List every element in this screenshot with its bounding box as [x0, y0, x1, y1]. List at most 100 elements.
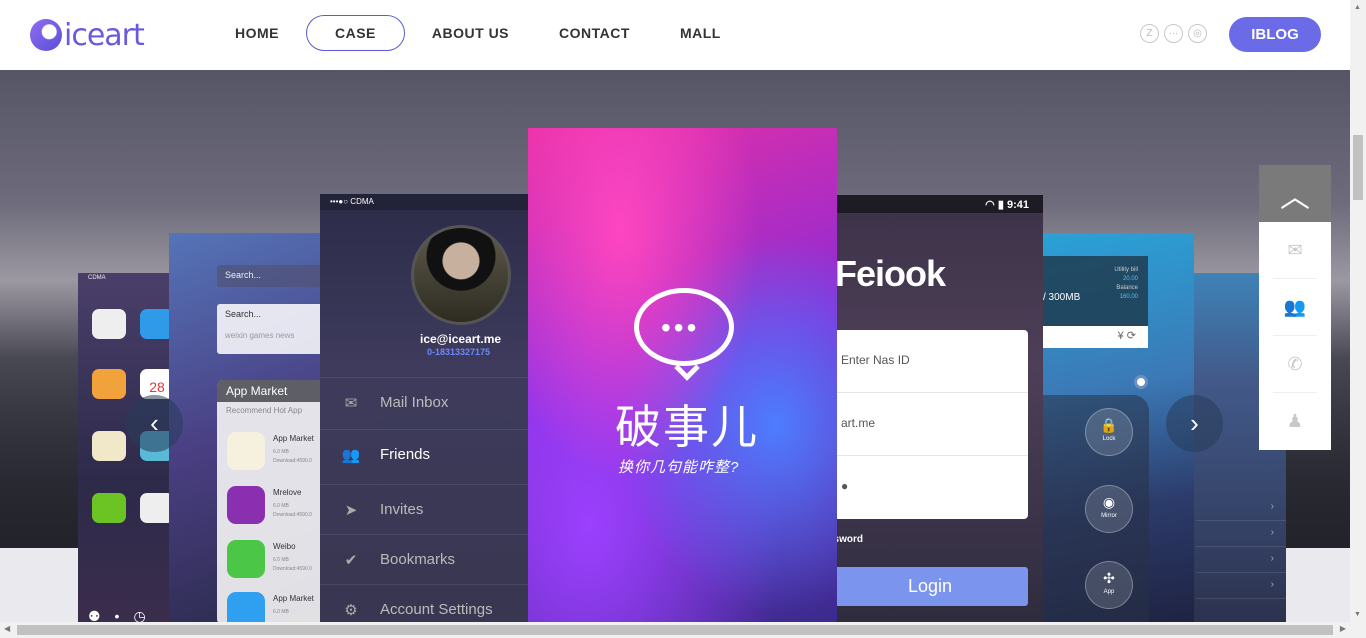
search-panel[interactable]: Search... weixin games news [217, 304, 329, 354]
phone-app-icon[interactable] [227, 540, 265, 578]
nav-case[interactable]: CASE [306, 15, 405, 51]
friends-icon: 👥 [341, 446, 361, 464]
app-downloads: Download:4590.0 [273, 458, 312, 464]
app-size: 6.0 MB [273, 503, 289, 509]
menu-label: Friends [380, 446, 431, 463]
carousel-next-button[interactable]: › [1166, 395, 1223, 452]
phone-screen-app-market[interactable]: Search... Search... weixin games news Ap… [169, 233, 329, 622]
iblog-button[interactable]: IBLOG [1229, 17, 1321, 52]
time-label: 9:41 [1006, 199, 1029, 211]
status-bar: ◠ ▮ 9:41 [828, 195, 1043, 213]
login-button[interactable]: Login [828, 567, 1028, 606]
settings-row[interactable]: › [1196, 495, 1286, 521]
mirror-button[interactable]: ◉ Mirror [1085, 485, 1133, 533]
email-field[interactable]: art.me [828, 393, 1028, 456]
app-icon[interactable] [227, 486, 265, 524]
menu-item-bookmarks[interactable]: ✔ Bookmarks [320, 534, 528, 584]
wifi-icon: ◠ [985, 199, 995, 211]
control-label: Lock [1102, 436, 1116, 442]
menu-item-friends[interactable]: 👥 Friends [320, 429, 528, 479]
carousel-prev-button[interactable]: ‹ [126, 395, 183, 452]
phone-icon: ✆ [1287, 353, 1303, 374]
chevron-up-icon: ︿ [1280, 180, 1310, 214]
app-downloads: Download:4590.0 [273, 512, 312, 518]
scrollbar-thumb[interactable] [1353, 135, 1363, 200]
nas-id-field[interactable]: Enter Nas ID [828, 330, 1028, 393]
nav-about-us[interactable]: ABOUT US [407, 15, 534, 51]
menu-item-account-settings[interactable]: ⚙ Account Settings [320, 584, 528, 622]
qq-button[interactable]: ♟ [1273, 393, 1317, 450]
app-icon[interactable] [227, 432, 265, 470]
nav-home[interactable]: HOME [210, 15, 304, 51]
app-size: 6.0 MB [273, 557, 289, 563]
scroll-down-icon[interactable]: ▼ [1354, 611, 1361, 618]
clock-icon [92, 309, 126, 339]
settings-row[interactable]: › [1196, 547, 1286, 573]
menu-label: Invites [380, 501, 424, 518]
app-market-panel: App Market Recommend Hot App App Market … [217, 380, 329, 622]
app-title: 破事儿 [615, 400, 759, 454]
password-field[interactable]: ● [828, 456, 1028, 519]
scroll-right-icon[interactable]: ▶ [1340, 624, 1346, 633]
site-header: iceart HOME CASE ABOUT US CONTACT MALL Z… [0, 0, 1350, 70]
app-downloads: Download:4590.0 [273, 566, 312, 572]
app-button[interactable]: ✣ App [1085, 561, 1133, 609]
scrollbar-thumb[interactable] [17, 625, 1333, 635]
status-bar: CDMA [88, 275, 106, 281]
card-main: / 300MB [1043, 292, 1081, 303]
menu-label: Mail Inbox [380, 394, 449, 411]
login-form: Enter Nas ID art.me ● [828, 330, 1028, 519]
search-tags: weixin games news [225, 331, 295, 340]
card-actions[interactable]: ¥ ⟳ [1043, 326, 1148, 348]
mail-icon: ✉ [344, 394, 358, 412]
search-input-2[interactable]: Search... [225, 309, 329, 319]
zhihu-icon[interactable]: Z [1140, 24, 1159, 43]
control-label: App [1103, 589, 1115, 595]
menu-label: Account Settings [380, 601, 493, 618]
menu-item-mail-inbox[interactable]: ✉ Mail Inbox [320, 377, 528, 427]
settings-row[interactable]: › [1196, 573, 1286, 599]
dock-icons: ⚉•◷ [88, 608, 160, 622]
contacts-app-icon [92, 369, 126, 399]
mail-icon: ✉ [1287, 239, 1303, 260]
settings-row[interactable]: › [1196, 521, 1286, 547]
chat-app-icon[interactable] [227, 592, 265, 622]
search-input[interactable]: Search... [217, 265, 329, 287]
control-label: Mirror [1101, 513, 1117, 519]
messages-app-icon [92, 493, 126, 523]
notes-app-icon [92, 431, 126, 461]
chat-icon[interactable]: ··· [1164, 24, 1183, 43]
check-icon: ✔ [344, 551, 358, 569]
contacts-button[interactable]: 👥 [1273, 279, 1317, 336]
phone-screen-login[interactable]: ◠ ▮ 9:41 Feiook Enter Nas ID art.me ● ss… [828, 195, 1043, 622]
chevron-right-icon: › [1190, 408, 1199, 438]
mail-button[interactable]: ✉ [1273, 222, 1317, 279]
phone-button[interactable]: ✆ [1273, 336, 1317, 393]
vertical-scrollbar[interactable]: ▲ ▼ [1350, 0, 1366, 622]
back-to-top-button[interactable]: ︿ [1259, 165, 1331, 222]
logo[interactable]: iceart [30, 17, 145, 53]
lock-icon: 🔒 [1100, 417, 1118, 433]
market-tabs[interactable]: Recommend Hot App [217, 402, 329, 419]
phone-screen-profile-menu[interactable]: •••●○ CDMA ice@iceart.me 0-18313327175 ✉… [320, 194, 528, 622]
utility-card: Utility bill 20.00 Balance 160.00 / 300M… [1043, 256, 1148, 348]
card-line: Balance [1116, 285, 1138, 291]
gear-icon: ⚙ [344, 601, 358, 619]
status-bar: •••●○ CDMA [320, 194, 528, 210]
avatar[interactable] [411, 225, 511, 325]
scroll-left-icon[interactable]: ◀ [4, 624, 10, 633]
menu-item-invites[interactable]: ➤ Invites [320, 484, 528, 534]
lock-button[interactable]: 🔒 Lock [1085, 408, 1133, 456]
weibo-icon[interactable]: ◎ [1188, 24, 1207, 43]
nav-mall[interactable]: MALL [655, 15, 746, 51]
main-nav: HOME CASE ABOUT US CONTACT MALL [210, 15, 746, 51]
phone-screen-splash[interactable]: ••• 破事儿 换你几句能咋整? [528, 128, 837, 622]
bubble-dots: ••• [661, 312, 700, 343]
battery-icon: ▮ [997, 199, 1004, 211]
app-size: 6.0 MB [273, 449, 289, 455]
horizontal-scrollbar[interactable]: ◀ ▶ [0, 622, 1366, 638]
contacts-icon: 👥 [1283, 296, 1307, 317]
nav-contact[interactable]: CONTACT [534, 15, 655, 51]
scroll-up-icon[interactable]: ▲ [1354, 4, 1361, 11]
app-name: Mrelove [273, 488, 302, 497]
